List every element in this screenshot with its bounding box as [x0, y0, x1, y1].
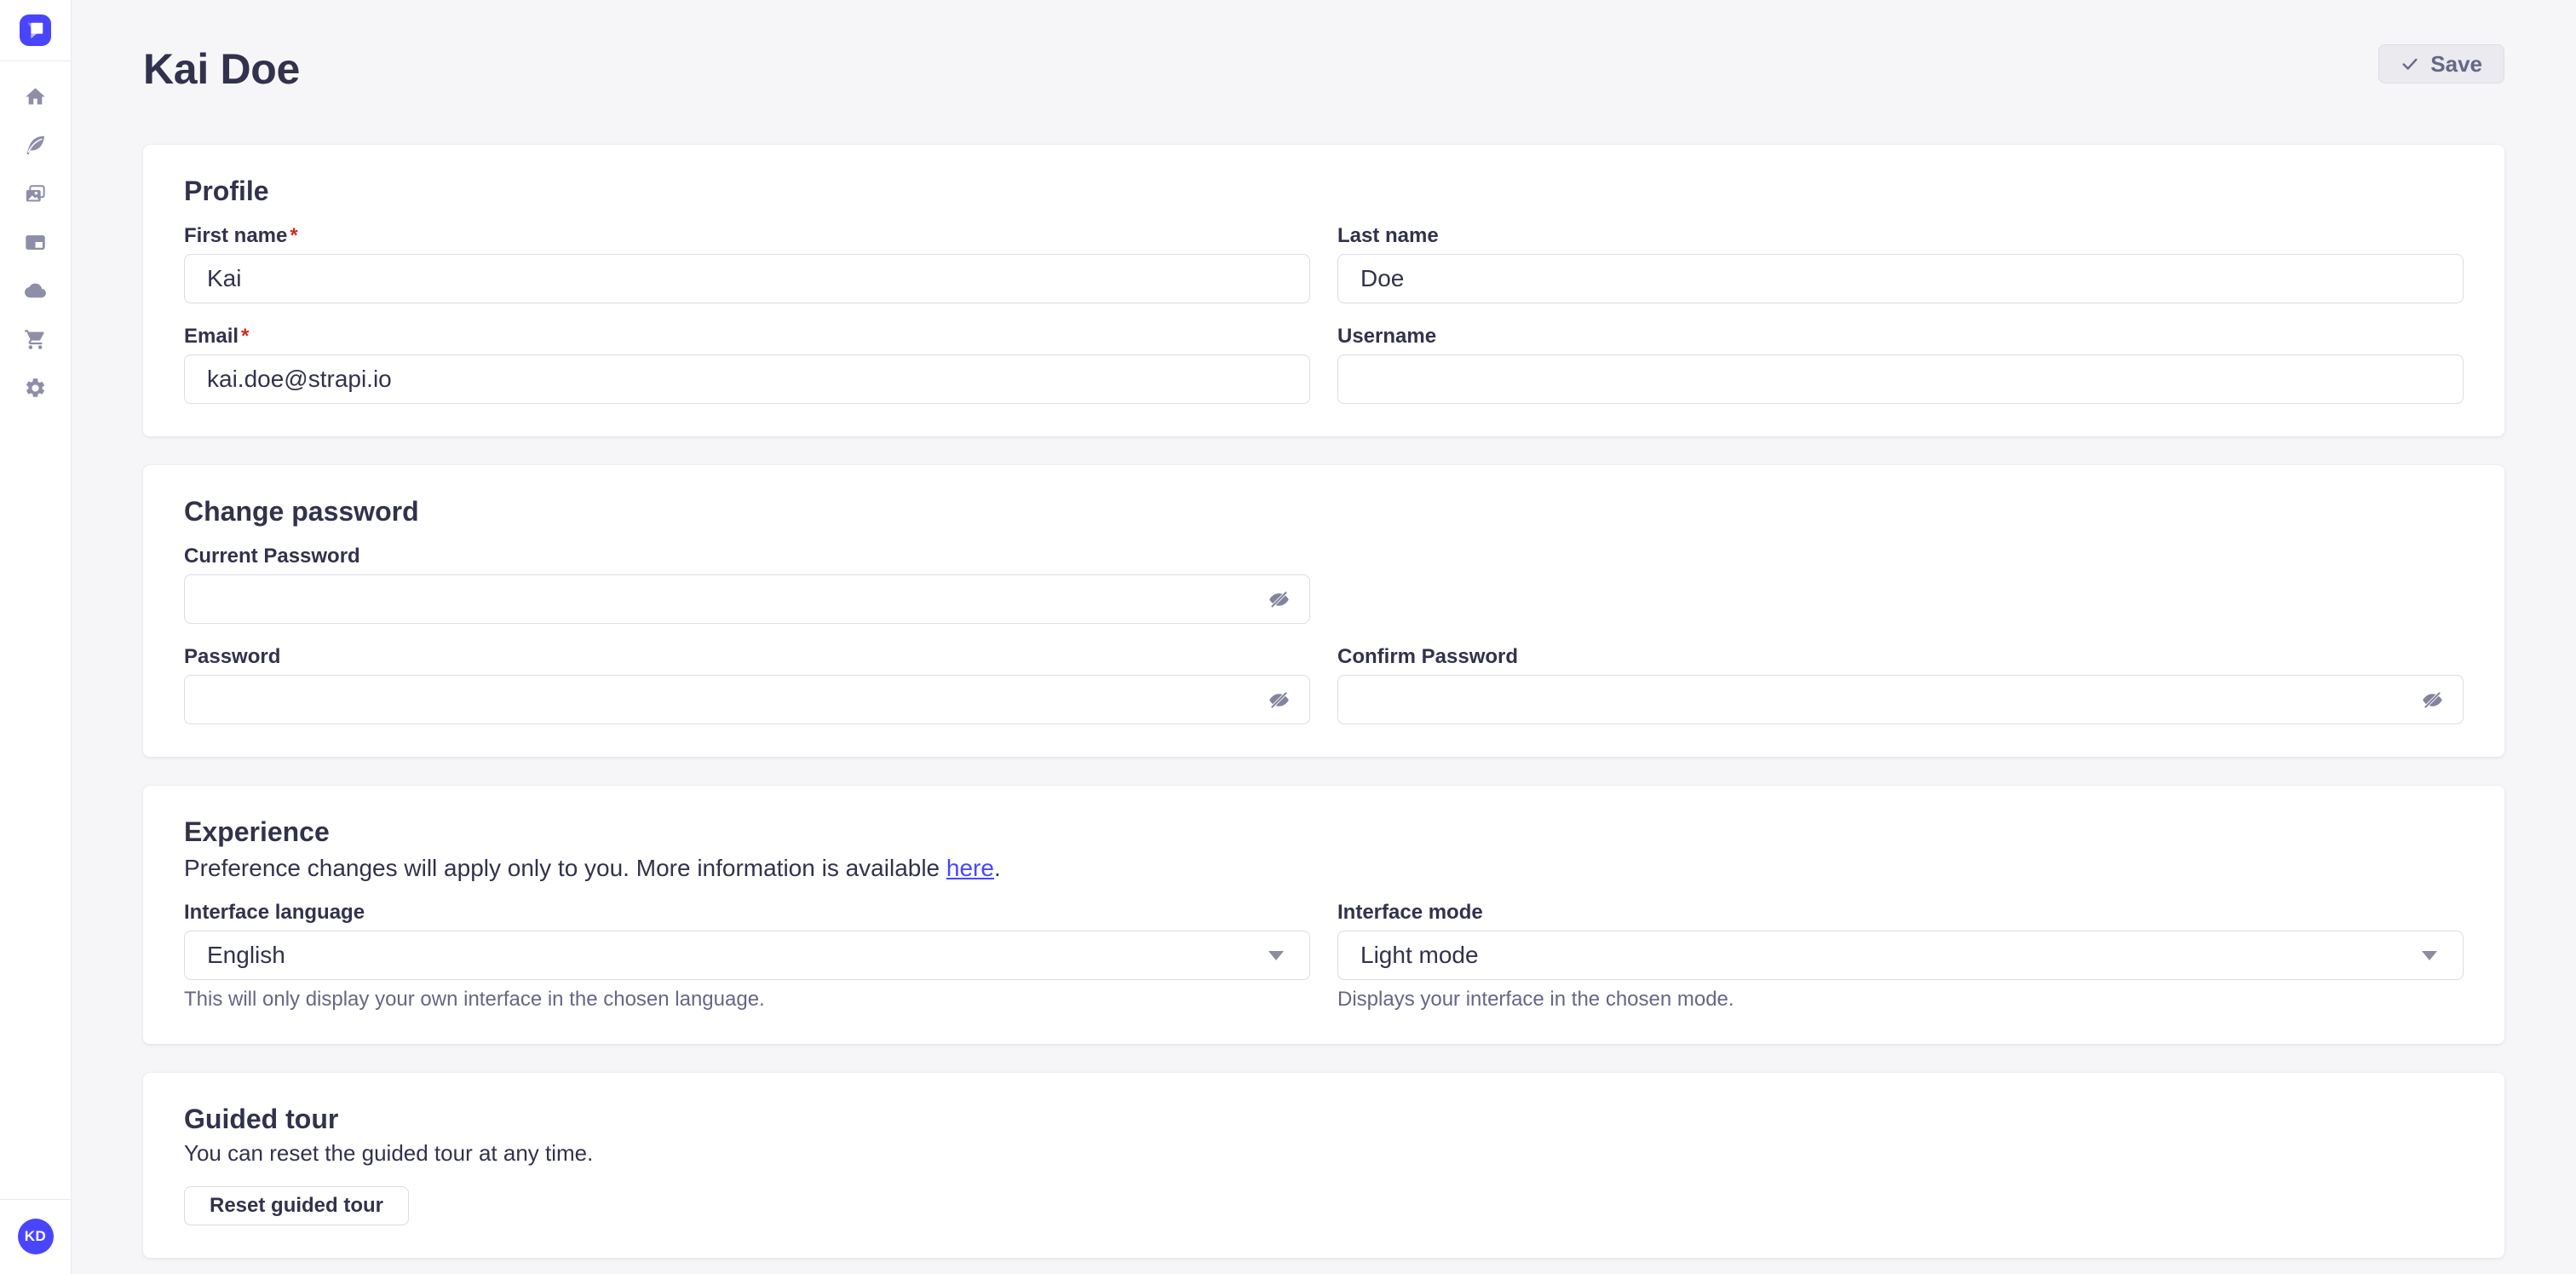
- cloud-icon[interactable]: [24, 280, 47, 303]
- last-name-field-group: Last name: [1337, 225, 2464, 303]
- current-password-input[interactable]: [184, 574, 1310, 624]
- page-title: Kai Doe: [143, 44, 300, 94]
- gear-icon[interactable]: [24, 377, 47, 400]
- chevron-down-icon: [1268, 951, 1284, 960]
- sidebar-bottom: KD: [0, 1199, 71, 1274]
- interface-language-select[interactable]: English: [184, 931, 1310, 980]
- required-marker: *: [290, 224, 297, 247]
- save-button[interactable]: Save: [2378, 44, 2504, 84]
- layout-icon[interactable]: [24, 231, 47, 254]
- interface-language-value: English: [207, 942, 285, 969]
- guided-tour-description: You can reset the guided tour at any tim…: [184, 1140, 2464, 1166]
- username-label: Username: [1337, 326, 2464, 348]
- confirm-password-label: Confirm Password: [1337, 646, 2464, 668]
- interface-language-hint: This will only display your own interfac…: [184, 988, 1310, 1012]
- sidebar-nav: [24, 61, 47, 1199]
- page-header: Kai Doe Save: [143, 44, 2504, 94]
- interface-mode-select[interactable]: Light mode: [1337, 931, 2464, 980]
- media-library-icon[interactable]: [24, 182, 47, 205]
- reset-guided-tour-button[interactable]: Reset guided tour: [184, 1186, 409, 1225]
- last-name-label: Last name: [1337, 225, 2464, 247]
- current-password-label: Current Password: [184, 545, 1310, 568]
- new-password-input[interactable]: [184, 675, 1310, 724]
- new-password-field-group: Password: [184, 646, 1310, 724]
- cart-icon[interactable]: [24, 328, 47, 351]
- interface-mode-label: Interface mode: [1337, 902, 2464, 924]
- first-name-input[interactable]: [184, 254, 1310, 303]
- interface-language-field-group: Interface language English This will onl…: [184, 902, 1310, 1012]
- experience-description: Preference changes will apply only to yo…: [184, 854, 2464, 883]
- username-field-group: Username: [1337, 326, 2464, 404]
- save-button-label: Save: [2430, 51, 2482, 78]
- grid-spacer: [1337, 545, 2464, 624]
- experience-card: Experience Preference changes will apply…: [143, 786, 2504, 1044]
- sidebar-logo-section: [0, 0, 71, 61]
- interface-mode-value: Light mode: [1360, 942, 1479, 969]
- first-name-label: First name*: [184, 225, 1310, 247]
- home-icon[interactable]: [24, 85, 47, 108]
- confirm-password-field-group: Confirm Password: [1337, 646, 2464, 724]
- current-password-field-group: Current Password: [184, 545, 1310, 624]
- first-name-field-group: First name*: [184, 225, 1310, 303]
- toggle-password-visibility-button[interactable]: [1266, 586, 1291, 612]
- experience-card-title: Experience: [184, 816, 2464, 847]
- last-name-input[interactable]: [1337, 254, 2464, 303]
- toggle-password-visibility-button[interactable]: [2419, 687, 2445, 712]
- check-icon: [2401, 55, 2419, 73]
- email-label: Email*: [184, 326, 1310, 348]
- main-content: Kai Doe Save Profile First name* Last na…: [72, 0, 2576, 1258]
- interface-language-label: Interface language: [184, 902, 1310, 924]
- toggle-password-visibility-button[interactable]: [1266, 687, 1291, 712]
- required-marker: *: [241, 325, 249, 348]
- confirm-password-input[interactable]: [1337, 675, 2464, 724]
- interface-mode-hint: Displays your interface in the chosen mo…: [1337, 988, 2464, 1012]
- profile-card-title: Profile: [184, 176, 2464, 206]
- guided-tour-card-title: Guided tour: [184, 1104, 2464, 1134]
- username-input[interactable]: [1337, 355, 2464, 404]
- avatar[interactable]: KD: [18, 1219, 54, 1254]
- sidebar: KD: [0, 0, 72, 1274]
- new-password-label: Password: [184, 646, 1310, 668]
- more-info-link[interactable]: here: [946, 855, 994, 881]
- guided-tour-card: Guided tour You can reset the guided tou…: [143, 1073, 2504, 1258]
- strapi-logo-icon[interactable]: [20, 14, 51, 46]
- chevron-down-icon: [2422, 951, 2437, 960]
- change-password-card-title: Change password: [184, 496, 2464, 527]
- feather-icon[interactable]: [24, 134, 47, 157]
- email-field-group: Email*: [184, 326, 1310, 404]
- interface-mode-field-group: Interface mode Light mode Displays your …: [1337, 902, 2464, 1012]
- profile-card: Profile First name* Last name Email* Use…: [143, 145, 2504, 436]
- email-input[interactable]: [184, 355, 1310, 404]
- change-password-card: Change password Current Password: [143, 465, 2504, 757]
